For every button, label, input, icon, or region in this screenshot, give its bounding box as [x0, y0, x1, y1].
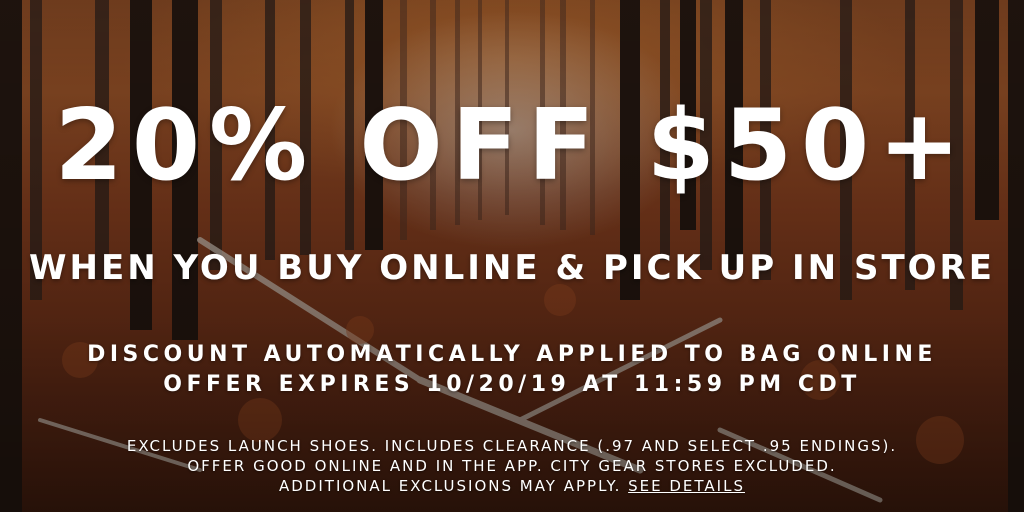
subheadline: WHEN YOU BUY ONLINE & PICK UP IN STORE [29, 248, 995, 288]
headline: 20% OFF $50+ [54, 89, 970, 203]
promo-details: DISCOUNT AUTOMATICALLY APPLIED TO BAG ON… [0, 340, 1024, 400]
fine-print-additional-text: ADDITIONAL EXCLUSIONS MAY APPLY. [279, 477, 622, 495]
promo-banner: 20% OFF $50+ WHEN YOU BUY ONLINE & PICK … [0, 0, 1024, 512]
fine-print-line-additional: ADDITIONAL EXCLUSIONS MAY APPLY. SEE DET… [0, 476, 1024, 496]
fine-print-line-exclusions: EXCLUDES LAUNCH SHOES. INCLUDES CLEARANC… [126, 437, 898, 455]
fine-print-line-channels: OFFER GOOD ONLINE AND IN THE APP. CITY G… [187, 457, 837, 475]
fine-print: EXCLUDES LAUNCH SHOES. INCLUDES CLEARANC… [0, 436, 1024, 496]
promo-line-expiry: OFFER EXPIRES 10/20/19 AT 11:59 PM CDT [163, 372, 861, 397]
promo-line-discount: DISCOUNT AUTOMATICALLY APPLIED TO BAG ON… [87, 342, 937, 367]
see-details-link[interactable]: SEE DETAILS [628, 477, 745, 495]
